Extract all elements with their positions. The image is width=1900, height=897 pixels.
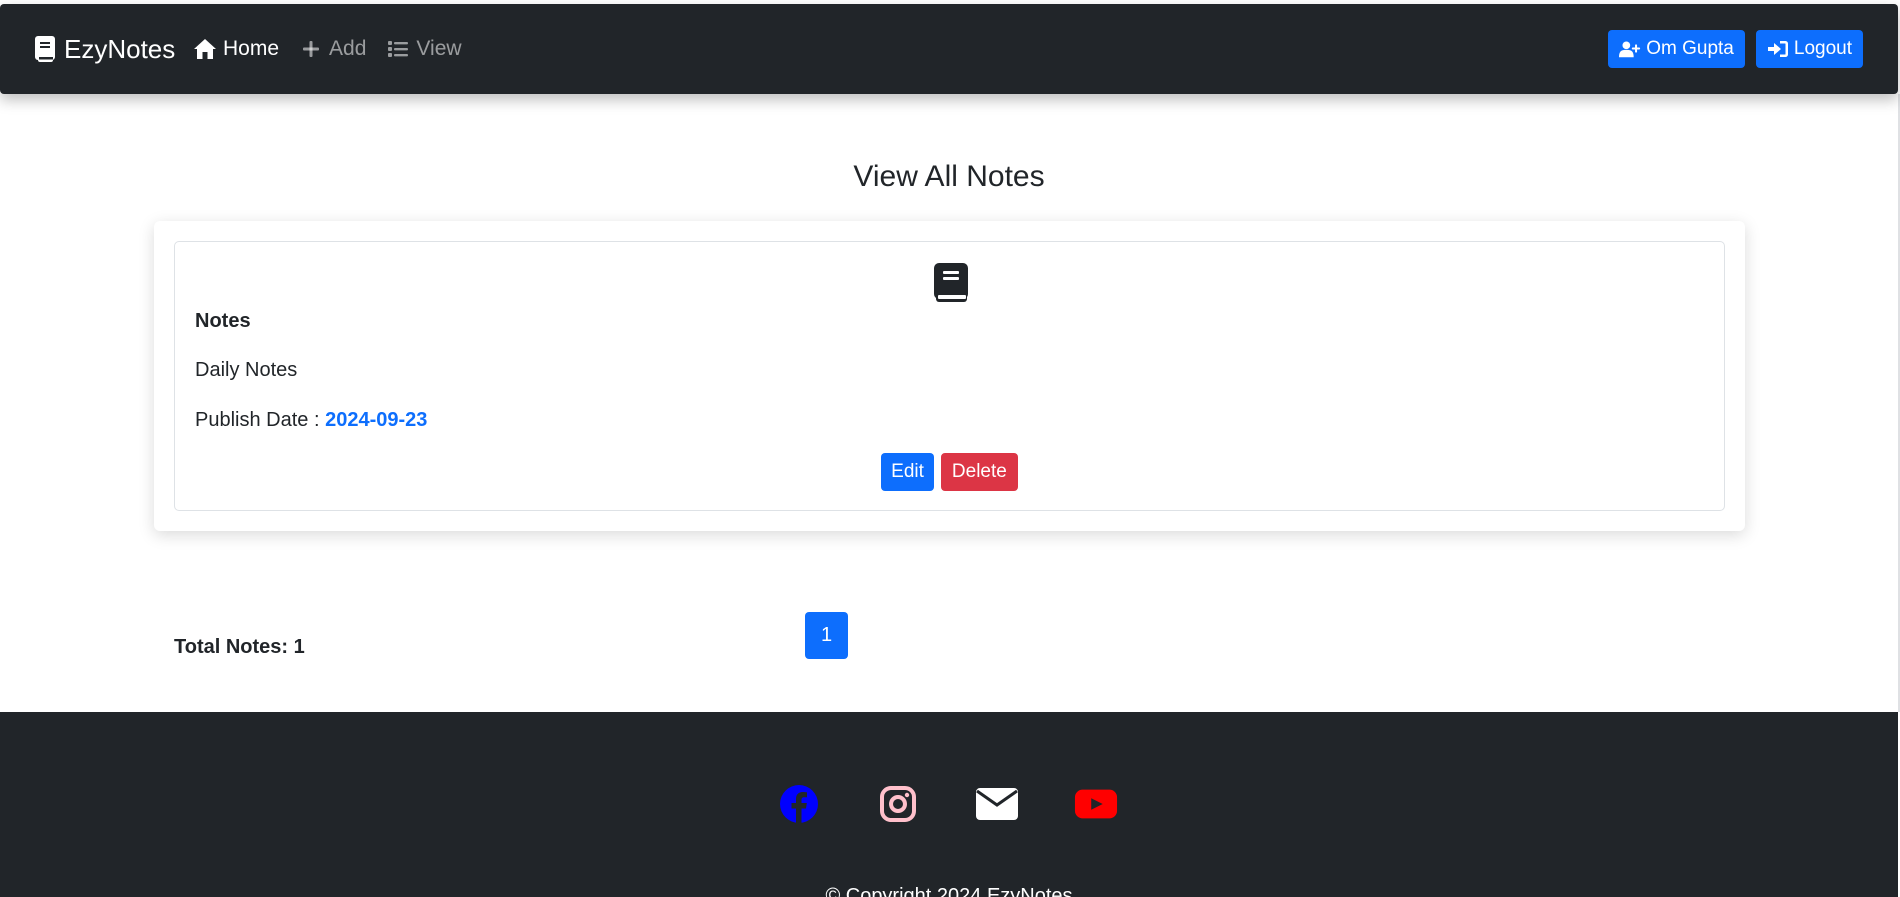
- nav-home-label: Home: [223, 37, 280, 60]
- note-title: Notes: [195, 310, 251, 332]
- footer: © Copyright 2024 EzyNotes: [0, 712, 1898, 897]
- delete-button[interactable]: Delete: [940, 453, 1018, 491]
- note-actions: Edit Delete: [175, 453, 1724, 491]
- home-icon: [194, 39, 216, 59]
- brand-name: EzyNotes: [64, 33, 176, 64]
- page-title: View All Notes: [853, 160, 1045, 193]
- sign-in-icon: [1767, 41, 1788, 57]
- brand-link[interactable]: EzyNotes: [34, 4, 175, 94]
- logout-label: Logout: [1793, 38, 1852, 59]
- note-card: Notes Daily Notes Publish Date : 2024-09…: [174, 241, 1725, 511]
- notes-container: Notes Daily Notes Publish Date : 2024-09…: [154, 221, 1745, 531]
- nav-add-link[interactable]: Add: [299, 37, 366, 61]
- logout-button[interactable]: Logout: [1755, 30, 1863, 68]
- nav-home-link[interactable]: Home: [193, 37, 279, 61]
- email-link[interactable]: [975, 782, 1019, 826]
- nav-view-label: View: [416, 37, 462, 60]
- nav-view-link[interactable]: View: [386, 37, 462, 61]
- note-publish-date: Publish Date : 2024-09-23: [195, 409, 427, 432]
- instagram-link[interactable]: [876, 782, 920, 826]
- book-icon: [934, 263, 968, 302]
- social-links: [0, 782, 1898, 826]
- nav-links: Home Add View: [193, 4, 462, 94]
- publish-date-label: Publish Date :: [195, 409, 326, 431]
- copyright-text: © Copyright 2024 EzyNotes: [825, 885, 1073, 897]
- total-notes-count: Total Notes: 1: [174, 636, 305, 658]
- list-icon: [388, 41, 409, 57]
- top-navbar: EzyNotes Home Add View Om Gupta Logout: [0, 4, 1898, 94]
- nav-add-label: Add: [329, 37, 367, 60]
- facebook-link[interactable]: [777, 782, 821, 826]
- nav-user-actions: Om Gupta Logout: [1608, 4, 1863, 94]
- book-icon: [35, 36, 55, 62]
- user-name-label: Om Gupta: [1646, 38, 1734, 59]
- facebook-icon: [779, 785, 818, 824]
- edit-button[interactable]: Edit: [881, 453, 934, 491]
- publish-date-value: 2024-09-23: [325, 409, 428, 431]
- envelope-icon: [975, 788, 1018, 820]
- plus-icon: [303, 41, 320, 57]
- instagram-icon: [879, 786, 916, 822]
- youtube-icon: [1074, 789, 1117, 819]
- user-plus-icon: [1619, 41, 1641, 58]
- youtube-link[interactable]: [1074, 782, 1118, 826]
- pagination-page-1[interactable]: 1: [805, 612, 848, 659]
- note-description: Daily Notes: [195, 359, 298, 381]
- user-profile-button[interactable]: Om Gupta: [1608, 30, 1745, 68]
